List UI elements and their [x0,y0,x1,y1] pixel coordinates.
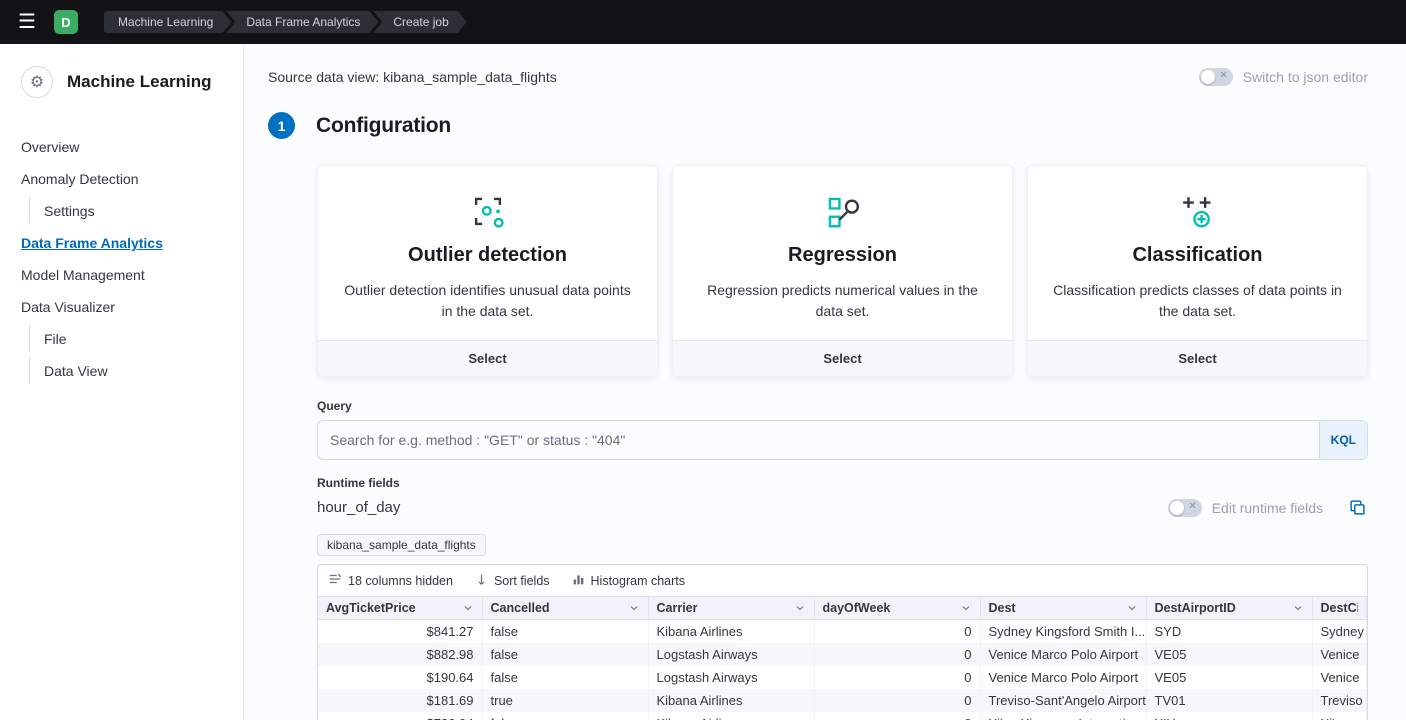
query-label: Query [317,399,1368,413]
columns-hidden-icon [328,572,342,589]
toggle-off-icon: ✕ [1188,501,1196,512]
table-row: $730.04 false Kibana Airlines 0 Xi'an Xi… [318,712,1367,720]
table-row: $882.98 false Logstash Airways 0 Venice … [318,643,1367,666]
index-name-badge: kibana_sample_data_flights [317,534,486,556]
source-data-table: AvgTicketPrice Cancelled Carrier dayOfWe… [318,596,1367,720]
classification-icon [1052,190,1343,234]
chevron-down-icon [794,602,806,614]
card-description: Regression predicts numerical values in … [697,280,988,322]
table-header-row: AvgTicketPrice Cancelled Carrier dayOfWe… [318,597,1367,620]
source-data-grid: 18 columns hidden Sort fields [317,564,1368,720]
regression-card[interactable]: Regression Regression predicts numerical… [672,165,1013,377]
machine-learning-app-icon: ⚙ [21,66,53,98]
column-header-carrier[interactable]: Carrier [648,597,814,620]
card-title: Outlier detection [342,244,633,267]
card-description: Outlier detection identifies unusual dat… [342,280,633,322]
column-header-avgticketprice[interactable]: AvgTicketPrice [318,597,482,620]
table-row: $190.64 false Logstash Airways 0 Venice … [318,666,1367,689]
sort-icon [475,573,488,589]
histogram-charts-button[interactable]: Histogram charts [572,573,685,589]
classification-card[interactable]: Classification Classification predicts c… [1027,165,1368,377]
breadcrumb-create-job[interactable]: Create job [373,11,466,33]
table-row: $181.69 true Kibana Airlines 0 Treviso-S… [318,689,1367,712]
kql-language-button[interactable]: KQL [1319,421,1367,459]
runtime-field-name: hour_of_day [317,499,400,516]
card-description: Classification predicts classes of data … [1052,280,1343,322]
column-header-dayofweek[interactable]: dayOfWeek [814,597,980,620]
sidebar-item-overview[interactable]: Overview [21,134,79,160]
top-navigation-bar: ☰ D Machine Learning Data Frame Analytic… [0,0,1406,44]
classification-select-button[interactable]: Select [1028,340,1367,376]
edit-runtime-fields-toggle[interactable]: ✕ [1168,499,1202,517]
edit-runtime-fields-label: Edit runtime fields [1212,500,1323,516]
runtime-fields-label: Runtime fields [317,476,1368,490]
sidebar-item-data-visualizer[interactable]: Data Visualizer [21,294,115,320]
toggle-knob [1201,70,1215,84]
sidebar-nav: Overview Anomaly Detection Settings Data… [21,134,243,390]
column-header-cancelled[interactable]: Cancelled [482,597,648,620]
toggle-knob [1170,501,1184,515]
breadcrumb: Machine Learning Data Frame Analytics Cr… [104,11,467,33]
switch-to-json-editor-label: Switch to json editor [1243,69,1368,85]
sidebar: ⚙ Machine Learning Overview Anomaly Dete… [0,44,244,720]
chevron-down-icon [1126,602,1138,614]
chevron-down-icon [628,602,640,614]
regression-select-button[interactable]: Select [673,340,1012,376]
sidebar-item-file[interactable]: File [29,326,67,352]
breadcrumb-machine-learning[interactable]: Machine Learning [104,11,231,33]
outlier-detection-icon [342,190,633,234]
columns-hidden-button[interactable]: 18 columns hidden [328,572,453,589]
query-section: Query KQL [317,399,1368,460]
chevron-down-icon [462,602,474,614]
source-data-view-label: Source data view: kibana_sample_data_fli… [268,69,557,85]
configuration-title: Configuration [316,114,451,138]
column-header-destcityname[interactable]: DestCityN [1312,597,1367,620]
card-title: Regression [697,244,988,267]
json-editor-toggle[interactable]: ✕ [1199,68,1233,86]
regression-icon [697,190,988,234]
copy-icon[interactable] [1347,497,1368,518]
menu-icon[interactable]: ☰ [14,8,40,36]
sidebar-item-model-management[interactable]: Model Management [21,262,145,288]
column-header-destairportid[interactable]: DestAirportID [1146,597,1312,620]
sidebar-item-data-view[interactable]: Data View [29,358,108,384]
histogram-icon [572,573,585,589]
chevron-down-icon [1292,602,1304,614]
card-title: Classification [1052,244,1343,267]
query-search-input[interactable] [317,420,1368,460]
job-type-cards: Outlier detection Outlier detection iden… [317,165,1368,377]
toggle-off-icon: ✕ [1219,70,1227,81]
grid-toolbar: 18 columns hidden Sort fields [318,565,1367,596]
step-number-badge: 1 [268,112,295,139]
sort-fields-button[interactable]: Sort fields [475,573,550,589]
outlier-detection-card[interactable]: Outlier detection Outlier detection iden… [317,165,658,377]
column-header-dest[interactable]: Dest [980,597,1146,620]
runtime-fields-section: Runtime fields hour_of_day ✕ Edit runtim… [317,476,1368,518]
chevron-down-icon [960,602,972,614]
breadcrumb-data-frame-analytics[interactable]: Data Frame Analytics [226,11,378,33]
sidebar-item-settings[interactable]: Settings [29,198,95,224]
sidebar-title: Machine Learning [67,72,212,92]
main-content: Source data view: kibana_sample_data_fli… [244,44,1406,720]
outlier-detection-select-button[interactable]: Select [318,340,657,376]
space-avatar[interactable]: D [54,10,78,34]
table-row: $841.27 false Kibana Airlines 0 Sydney K… [318,620,1367,644]
sidebar-item-data-frame-analytics[interactable]: Data Frame Analytics [21,230,163,256]
sidebar-item-anomaly-detection[interactable]: Anomaly Detection [21,166,139,192]
